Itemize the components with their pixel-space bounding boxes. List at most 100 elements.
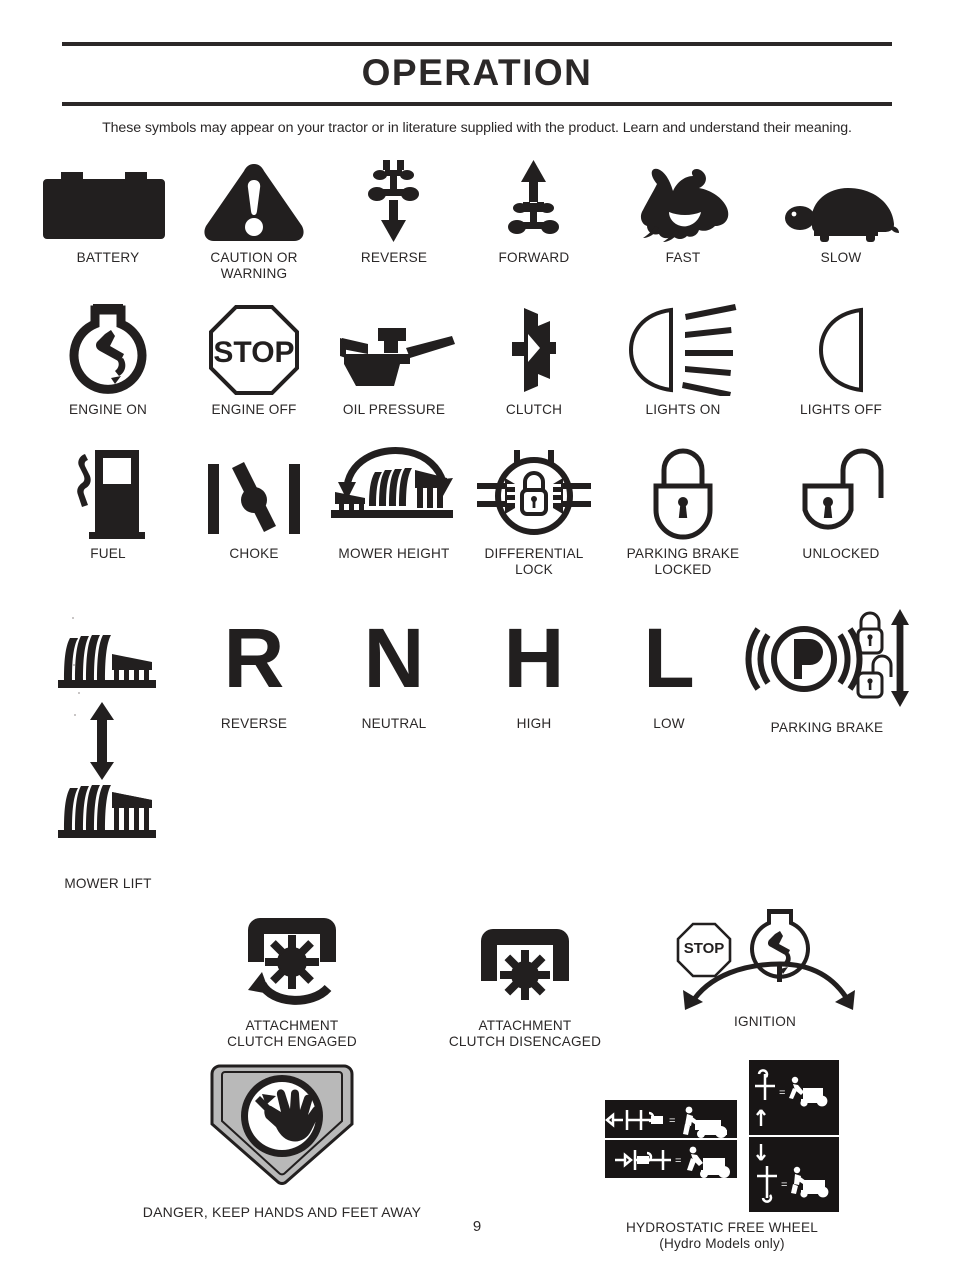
tractor-forward-icon <box>501 158 567 244</box>
symbol-label: FUEL <box>90 546 126 561</box>
symbol-label: LIGHTS OFF <box>799 402 883 417</box>
symbol-label: REVERSE <box>220 716 288 731</box>
mower-height-icon <box>331 442 457 540</box>
symbol-row-2: ENGINE ON STOP ENGINE OFF OIL PRESSURE C… <box>32 302 922 418</box>
symbol-label: FAST <box>665 250 701 265</box>
svg-text:=: = <box>675 1155 681 1167</box>
letter-h: H <box>504 606 565 710</box>
symbol-row-5: ATTACHMENT CLUTCH ENGAGED ATTACHMENT CLU… <box>32 908 922 1050</box>
clutch-icon <box>506 302 562 396</box>
symbol-label: ENGINE OFF <box>211 402 297 417</box>
symbol-label: SLOW <box>820 250 862 265</box>
symbol-label: PARKING BRAKE LOCKED <box>626 546 740 577</box>
symbol-cell-attachment-disengaged: ATTACHMENT CLUTCH DISENCAGED <box>400 908 650 1050</box>
hydrostatic-sublabel: (Hydro Models only) <box>659 1236 785 1251</box>
symbol-grid: BATTERY CAUTION OR WARNING REVERSE FORWA… <box>32 158 922 1252</box>
symbol-cell-battery: BATTERY <box>32 158 184 266</box>
page-title: OPERATION <box>361 52 593 93</box>
letter-n: N <box>364 606 425 710</box>
keep-hands-away-icon <box>206 1058 358 1188</box>
symbol-row-3: FUEL CHOKE MOWER HEIGHT DIFFERENTIAL LOC… <box>32 442 922 578</box>
attachment-clutch-engaged-icon <box>228 908 356 1012</box>
stop-octagon-icon: STOP <box>208 302 300 396</box>
symbol-cell-unlocked: UNLOCKED <box>762 442 920 562</box>
padlock-closed-icon <box>644 442 722 540</box>
symbol-cell-slow: SLOW <box>762 158 920 266</box>
letter-l: L <box>643 606 694 710</box>
symbol-label: BATTERY <box>76 250 140 265</box>
turtle-icon <box>782 158 900 244</box>
battery-icon <box>43 158 173 244</box>
engine-on-icon <box>65 302 151 396</box>
parking-brake-icon <box>742 606 912 710</box>
gear-letter: R <box>223 611 285 705</box>
page-number: 9 <box>472 1218 482 1235</box>
symbol-label: UNLOCKED <box>802 546 880 561</box>
symbol-cell-differential-lock: DIFFERENTIAL LOCK <box>464 442 604 578</box>
symbol-label: ATTACHMENT CLUTCH ENGAGED <box>227 1018 357 1049</box>
header-rule-bottom <box>62 102 892 106</box>
hydrostatic-free-wheel-decal: = = = = <box>603 1058 841 1218</box>
symbol-label: MOWER LIFT <box>64 876 152 891</box>
symbol-cell-caution: CAUTION OR WARNING <box>184 158 324 282</box>
mower-lift-icon <box>56 606 160 870</box>
differential-lock-icon <box>475 442 593 540</box>
stop-text: STOP <box>684 940 725 957</box>
symbol-label: IGNITION <box>733 1014 796 1029</box>
attachment-clutch-disengaged-icon <box>461 908 589 1012</box>
stop-text: STOP <box>213 336 294 369</box>
manual-page: OPERATION These symbols may appear on yo… <box>0 42 954 1277</box>
svg-text:=: = <box>779 1087 785 1099</box>
symbol-cell-mower-lift: MOWER LIFT <box>32 606 184 892</box>
symbol-label: OIL PRESSURE <box>342 402 446 417</box>
symbol-label: CHOKE <box>229 546 279 561</box>
headlight-off-icon <box>811 302 871 396</box>
symbol-cell-oil-pressure: OIL PRESSURE <box>324 302 464 418</box>
tractor-reverse-icon <box>361 158 427 244</box>
symbol-cell-gear-reverse: R REVERSE <box>184 606 324 732</box>
rabbit-icon <box>627 158 739 244</box>
symbol-cell-attachment-engaged: ATTACHMENT CLUTCH ENGAGED <box>184 908 400 1050</box>
oil-can-icon <box>332 302 456 396</box>
symbol-label: DIFFERENTIAL LOCK <box>484 546 584 577</box>
symbol-cell-engine-off: STOP ENGINE OFF <box>184 302 324 418</box>
symbol-label: CLUTCH <box>505 402 563 417</box>
symbol-cell-lights-off: LIGHTS OFF <box>762 302 920 418</box>
symbol-cell-lights-on: LIGHTS ON <box>604 302 762 418</box>
choke-icon <box>206 442 302 540</box>
symbol-cell-fast: FAST <box>604 158 762 266</box>
symbol-label: LIGHTS ON <box>645 402 721 417</box>
symbol-cell-gear-neutral: N NEUTRAL <box>324 606 464 732</box>
symbol-label: ATTACHMENT CLUTCH DISENCAGED <box>448 1018 602 1049</box>
padlock-open-icon <box>797 442 885 540</box>
svg-text:=: = <box>669 1115 675 1127</box>
symbol-cell-forward: FORWARD <box>464 158 604 266</box>
ignition-switch-icon: STOP <box>675 908 855 1012</box>
symbol-cell-mower-height: MOWER HEIGHT <box>324 442 464 562</box>
letter-r: R <box>224 606 285 710</box>
symbol-row-1: BATTERY CAUTION OR WARNING REVERSE FORWA… <box>32 158 922 282</box>
symbol-cell-engine-on: ENGINE ON <box>32 302 184 418</box>
fuel-pump-icon <box>69 442 147 540</box>
symbol-cell-choke: CHOKE <box>184 442 324 562</box>
symbol-cell-gear-low: L LOW <box>604 606 734 732</box>
symbol-cell-parking-brake: PARKING BRAKE <box>734 606 920 736</box>
symbol-label: PARKING BRAKE <box>770 720 884 735</box>
symbol-cell-reverse: REVERSE <box>324 158 464 266</box>
svg-text:=: = <box>781 1179 787 1191</box>
headlight-on-icon <box>623 302 743 396</box>
symbol-cell-parking-brake-locked: PARKING BRAKE LOCKED <box>604 442 762 578</box>
symbol-label: HIGH <box>516 716 552 731</box>
gear-letter: N <box>363 611 425 705</box>
symbol-label: REVERSE <box>360 250 428 265</box>
symbol-label: FORWARD <box>498 250 570 265</box>
gear-letter: L <box>643 611 695 705</box>
symbol-cell-gear-high: H HIGH <box>464 606 604 732</box>
symbol-label: ENGINE ON <box>68 402 148 417</box>
symbol-cell-danger: DANGER, KEEP HANDS AND FEET AWAY <box>32 1058 522 1220</box>
gear-letter: H <box>503 611 565 705</box>
symbol-cell-ignition: STOP IGNITION <box>650 908 880 1030</box>
warning-triangle-icon <box>202 158 306 244</box>
symbol-label: LOW <box>653 716 685 731</box>
symbol-row-4: MOWER LIFT R REVERSE N NEUTRAL H HIGH L … <box>32 606 922 892</box>
